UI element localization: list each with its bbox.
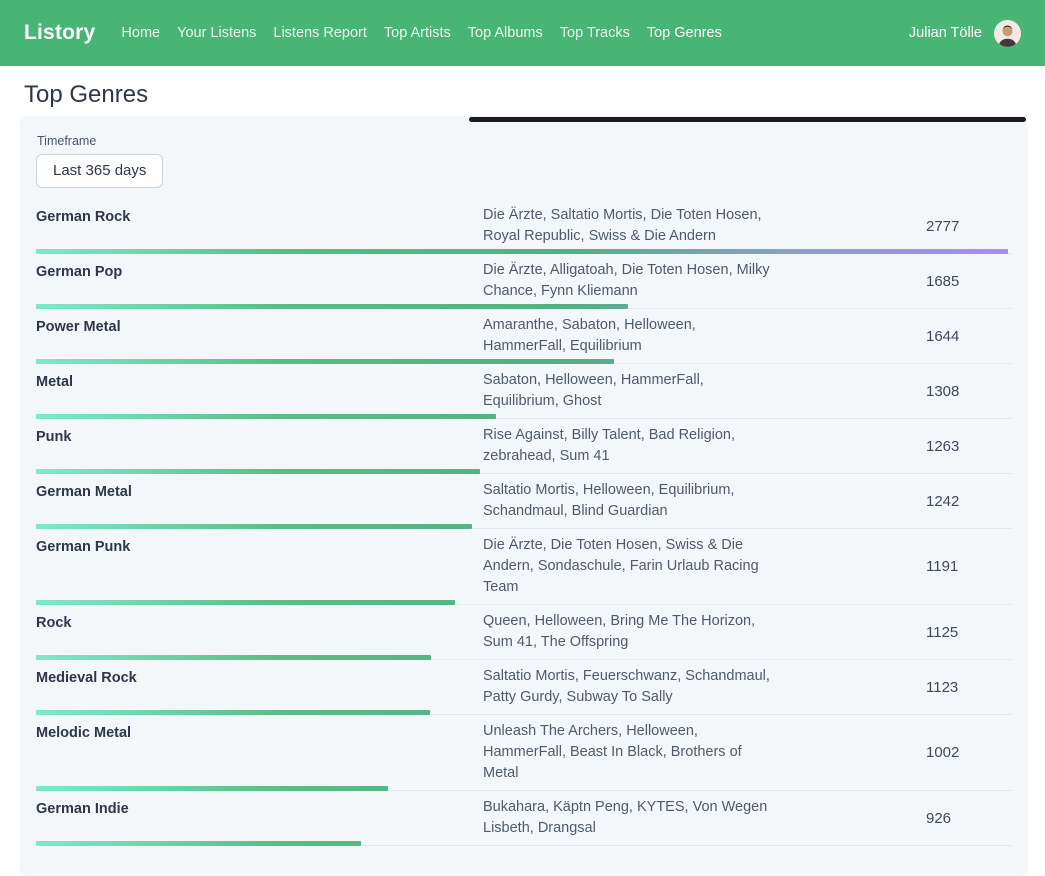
- nav-link-top-genres[interactable]: Top Genres: [647, 25, 722, 41]
- avatar[interactable]: [994, 20, 1021, 47]
- genre-row: Punk Rise Against, Billy Talent, Bad Rel…: [36, 419, 1012, 474]
- genre-name: German Metal: [36, 480, 483, 522]
- genre-count: 2777: [926, 218, 1012, 235]
- main-content: Top Genres Timeframe Last 365 days Germa…: [0, 83, 1045, 876]
- nav-link-listens-report[interactable]: Listens Report: [273, 25, 367, 41]
- genre-count: 1263: [926, 438, 1012, 455]
- genre-row: German Rock Die Ärzte, Saltatio Mortis, …: [36, 199, 1012, 254]
- brand-link[interactable]: Listory: [24, 21, 95, 45]
- timeframe-filter: Timeframe Last 365 days: [36, 134, 1012, 188]
- genre-count: 1125: [926, 624, 1012, 641]
- genre-name: German Punk: [36, 535, 483, 598]
- genre-bar-gradient: [36, 841, 361, 846]
- genre-count: 1002: [926, 744, 1012, 761]
- genre-row: Rock Queen, Helloween, Bring Me The Hori…: [36, 605, 1012, 660]
- horizontal-scrollbar-thumb[interactable]: [469, 117, 1026, 122]
- navbar: Listory Home Your Listens Listens Report To…: [0, 0, 1045, 66]
- nav-user: Julian Tölle: [909, 20, 1021, 47]
- genre-artists: Rise Against, Billy Talent, Bad Religion…: [483, 425, 781, 467]
- genre-table: German Rock Die Ärzte, Saltatio Mortis, …: [36, 199, 1012, 846]
- nav-link-top-tracks[interactable]: Top Tracks: [560, 25, 630, 41]
- genre-artists: Sabaton, Helloween, HammerFall, Equilibr…: [483, 370, 781, 412]
- genre-row: Power Metal Amaranthe, Sabaton, Hellowee…: [36, 309, 1012, 364]
- genre-bar: [36, 841, 1012, 846]
- genre-name: German Indie: [36, 797, 483, 839]
- genre-row: German Indie Bukahara, Käptn Peng, KYTES…: [36, 791, 1012, 846]
- genre-count: 1191: [926, 558, 1012, 575]
- page-title: Top Genres: [24, 83, 1021, 107]
- genre-artists: Die Ärzte, Saltatio Mortis, Die Toten Ho…: [483, 205, 781, 247]
- genre-name: Power Metal: [36, 315, 483, 357]
- genre-row: Melodic Metal Unleash The Archers, Hello…: [36, 715, 1012, 791]
- genre-artists: Amaranthe, Sabaton, Helloween, HammerFal…: [483, 315, 781, 357]
- genre-artists: Queen, Helloween, Bring Me The Horizon, …: [483, 611, 781, 653]
- genre-artists: Bukahara, Käptn Peng, KYTES, Von Wegen L…: [483, 797, 781, 839]
- genre-row: German Punk Die Ärzte, Die Toten Hosen, …: [36, 529, 1012, 605]
- user-name[interactable]: Julian Tölle: [909, 25, 982, 41]
- genre-name: German Rock: [36, 205, 483, 247]
- genre-artists: Die Ärzte, Die Toten Hosen, Swiss & Die …: [483, 535, 781, 598]
- genre-name: Melodic Metal: [36, 721, 483, 784]
- genre-row: German Metal Saltatio Mortis, Helloween,…: [36, 474, 1012, 529]
- genre-count: 926: [926, 810, 1012, 827]
- genre-name: Metal: [36, 370, 483, 412]
- genre-artists: Unleash The Archers, Helloween, HammerFa…: [483, 721, 781, 784]
- nav-link-your-listens[interactable]: Your Listens: [177, 25, 256, 41]
- timeframe-select[interactable]: Last 365 days: [36, 154, 163, 188]
- nav-link-home[interactable]: Home: [121, 25, 160, 41]
- genre-artists: Saltatio Mortis, Feuerschwanz, Schandmau…: [483, 666, 781, 708]
- genre-bar-fill: [36, 841, 361, 846]
- genre-count: 1685: [926, 273, 1012, 290]
- genre-name: Punk: [36, 425, 483, 467]
- nav-link-top-artists[interactable]: Top Artists: [384, 25, 451, 41]
- genre-count: 1123: [926, 679, 1012, 696]
- genre-name: Rock: [36, 611, 483, 653]
- genre-row: Metal Sabaton, Helloween, HammerFall, Eq…: [36, 364, 1012, 419]
- genre-name: Medieval Rock: [36, 666, 483, 708]
- genre-count: 1644: [926, 328, 1012, 345]
- user-photo-icon: [994, 20, 1021, 47]
- genre-row: German Pop Die Ärzte, Alligatoah, Die To…: [36, 254, 1012, 309]
- timeframe-label: Timeframe: [37, 134, 1012, 148]
- top-genres-card: Timeframe Last 365 days German Rock Die …: [20, 116, 1028, 876]
- nav-links: Home Your Listens Listens Report Top Artist…: [121, 25, 738, 41]
- nav-link-top-albums[interactable]: Top Albums: [468, 25, 543, 41]
- genre-count: 1242: [926, 493, 1012, 510]
- genre-artists: Saltatio Mortis, Helloween, Equilibrium,…: [483, 480, 781, 522]
- genre-row: Medieval Rock Saltatio Mortis, Feuerschw…: [36, 660, 1012, 715]
- genre-name: German Pop: [36, 260, 483, 302]
- genre-artists: Die Ärzte, Alligatoah, Die Toten Hosen, …: [483, 260, 781, 302]
- genre-count: 1308: [926, 383, 1012, 400]
